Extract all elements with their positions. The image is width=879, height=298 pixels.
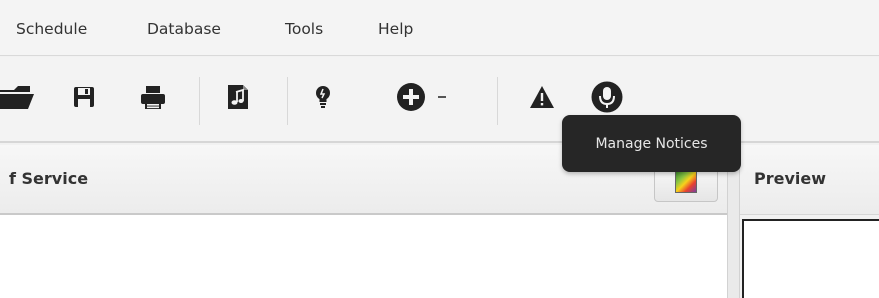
toolbar-separator (287, 77, 288, 125)
add-menu-button[interactable] (386, 72, 458, 122)
preview-panel-header: Preview (740, 145, 879, 215)
ideas-button[interactable] (306, 72, 340, 122)
print-button[interactable] (133, 72, 173, 122)
color-palette-icon (675, 171, 697, 193)
menu-help[interactable]: Help (378, 20, 413, 38)
alert-button[interactable] (523, 72, 561, 122)
menu-tools[interactable]: Tools (285, 20, 323, 38)
folder-open-icon (0, 86, 34, 109)
tooltip: Manage Notices (562, 115, 741, 172)
save-icon (74, 87, 94, 107)
preview-panel: Preview (740, 145, 879, 298)
menu-schedule[interactable]: Schedule (16, 20, 87, 38)
microphone-icon (591, 81, 623, 113)
print-icon (141, 86, 165, 109)
service-panel-title: f Service (9, 169, 89, 188)
preview-display (742, 219, 879, 298)
toolbar-separator (497, 77, 498, 125)
music-file-icon (228, 85, 248, 109)
open-button[interactable] (0, 72, 40, 122)
menu-database[interactable]: Database (147, 20, 221, 38)
add-circle-icon (397, 83, 425, 111)
toolbar-separator (199, 77, 200, 125)
warning-icon (530, 86, 554, 108)
add-song-button[interactable] (219, 72, 257, 122)
dropdown-arrow-icon (438, 96, 446, 98)
toolbar (0, 57, 879, 143)
save-button[interactable] (66, 72, 102, 122)
menu-bar: Schedule Database Tools Help (0, 0, 879, 56)
preview-panel-title: Preview (754, 169, 827, 188)
lightbulb-icon (316, 86, 330, 108)
